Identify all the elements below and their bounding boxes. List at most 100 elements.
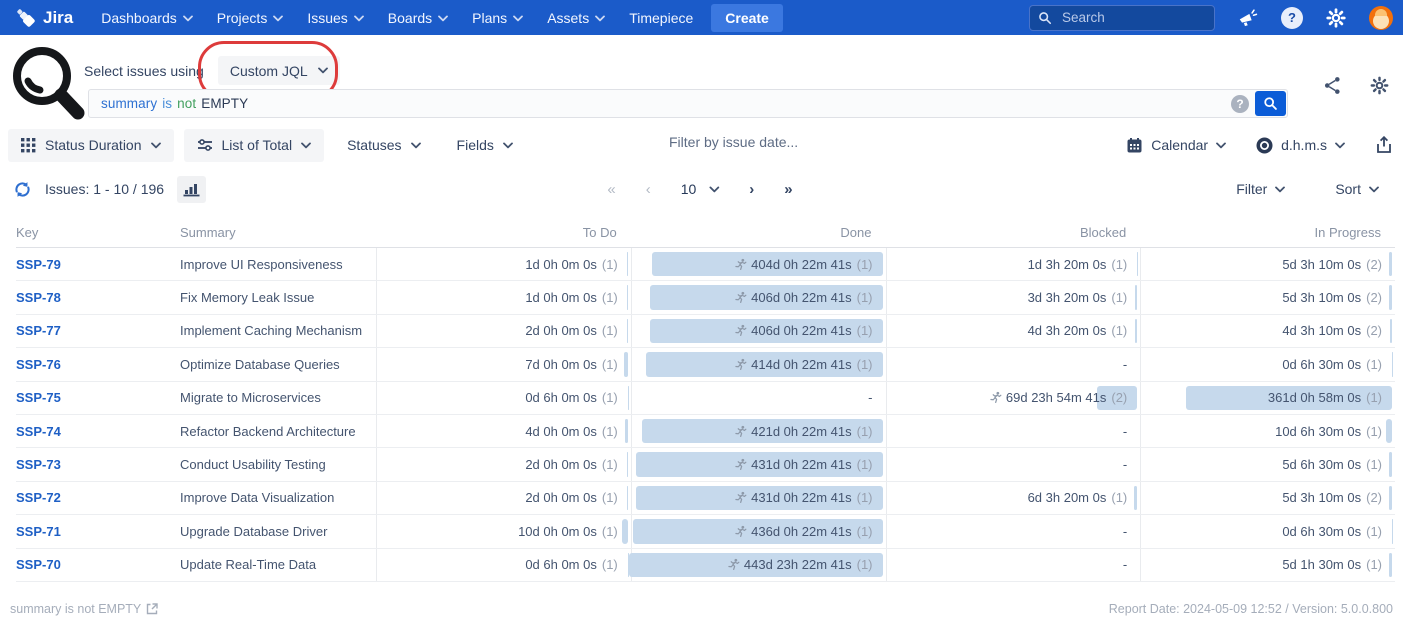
issue-source-dropdown[interactable]: Custom JQL (218, 56, 340, 85)
blocked-cell: - (886, 549, 1141, 581)
sort-label: Sort (1335, 181, 1361, 197)
sort-dropdown[interactable]: Sort (1335, 181, 1379, 197)
duration-value: 69d 23h 54m 41s (1006, 390, 1106, 405)
create-button[interactable]: Create (711, 4, 783, 32)
issue-key-link[interactable]: SSP-75 (16, 390, 61, 405)
in-progress-cell: 5d 3h 10m 0s(2) (1140, 248, 1395, 280)
report-settings-gear-icon[interactable] (1369, 75, 1390, 96)
nav-item-label: Projects (217, 10, 268, 26)
duration-value: 406d 0h 22m 41s (751, 290, 851, 305)
issue-key-link[interactable]: SSP-79 (16, 257, 61, 272)
results-bar: Issues: 1 - 10 / 196 « ‹ 10 › » Filter S… (0, 165, 1403, 213)
nav-item-boards[interactable]: Boards (378, 4, 458, 32)
issue-key-link[interactable]: SSP-73 (16, 457, 61, 472)
duration-value: 404d 0h 22m 41s (751, 257, 851, 272)
issue-key-link[interactable]: SSP-72 (16, 490, 61, 505)
runner-icon (734, 491, 747, 504)
external-link-icon (146, 603, 158, 615)
export-icon[interactable] (1375, 136, 1393, 155)
nav-item-dashboards[interactable]: Dashboards (91, 4, 203, 32)
transition-count: (1) (857, 290, 873, 305)
nav-menu: Dashboards Projects Issues Boards Plans … (91, 4, 703, 32)
calendar-icon (1126, 137, 1143, 154)
chevron-down-icon (709, 186, 719, 193)
table-row: SSP-77Implement Caching Mechanism2d 0h 0… (16, 315, 1395, 348)
todo-cell: 4d 0h 0m 0s(1) (376, 415, 631, 447)
jira-brand[interactable]: Jira (16, 8, 73, 28)
duration-value: 1d 0h 0m 0s (525, 290, 597, 305)
statuses-dropdown[interactable]: Statuses (334, 129, 433, 162)
chart-type-dropdown[interactable]: List of Total (184, 129, 325, 162)
pagination-last-button[interactable]: » (784, 181, 792, 198)
column-header-done: Done (631, 225, 886, 240)
issue-key-link[interactable]: SSP-71 (16, 524, 61, 539)
issue-key-link[interactable]: SSP-78 (16, 290, 61, 305)
issue-summary: Update Real-Time Data (180, 549, 376, 581)
top-nav: Jira Dashboards Projects Issues Boards P… (0, 0, 1403, 35)
fields-dropdown[interactable]: Fields (444, 129, 526, 162)
nav-item-timepiece[interactable]: Timepiece (619, 4, 703, 32)
jql-help-icon[interactable]: ? (1231, 95, 1249, 113)
search-input[interactable] (1060, 9, 1184, 26)
duration-value: 1d 3h 20m 0s (1028, 257, 1107, 272)
blocked-cell: 69d 23h 54m 41s(2) (886, 382, 1141, 414)
issue-key-link[interactable]: SSP-76 (16, 357, 61, 372)
pagination-next-button[interactable]: › (749, 181, 754, 198)
refresh-icon[interactable] (13, 180, 32, 199)
report-type-dropdown[interactable]: Status Duration (8, 129, 174, 162)
jql-search-button[interactable] (1255, 91, 1286, 116)
table-row: SSP-79Improve UI Responsiveness1d 0h 0m … (16, 248, 1395, 281)
table-row: SSP-78 Fix Memory Leak Issue 1d 0h 0m 0s (1… (16, 281, 1395, 314)
in-progress-cell: 4d 3h 10m 0s(2) (1140, 315, 1395, 347)
help-icon[interactable]: ? (1281, 7, 1303, 29)
nav-item-projects[interactable]: Projects (207, 4, 294, 32)
issue-summary: Conduct Usability Testing (180, 448, 376, 480)
pagination-first-button[interactable]: « (607, 181, 615, 198)
settings-gear-icon[interactable] (1325, 7, 1347, 29)
runner-icon (734, 358, 747, 371)
column-header-summary: Summary (180, 225, 376, 240)
global-search[interactable] (1029, 5, 1215, 31)
transition-count: (1) (857, 557, 873, 572)
report-info-text: Report Date: 2024-05-09 12:52 / Version:… (1109, 602, 1393, 616)
pagination-prev-button[interactable]: ‹ (646, 181, 651, 198)
done-cell: - (631, 382, 886, 414)
issue-summary: Fix Memory Leak Issue (180, 281, 376, 313)
duration-value: 4d 3h 10m 0s (1282, 323, 1361, 338)
issue-date-filter-input[interactable] (667, 133, 871, 151)
table-header: KeySummaryTo DoDoneBlockedIn Progress (16, 217, 1395, 248)
query-section: Select issues using Custom JQL summaryis… (0, 35, 1403, 125)
user-avatar[interactable] (1369, 6, 1393, 30)
chevron-down-icon (1275, 186, 1285, 193)
transition-count: (1) (602, 290, 618, 305)
jira-brand-label: Jira (43, 8, 73, 28)
table-row: SSP-76Optimize Database Queries7d 0h 0m … (16, 348, 1395, 381)
issue-key-link[interactable]: SSP-74 (16, 424, 61, 439)
page-size-dropdown[interactable]: 10 (681, 181, 720, 197)
share-icon[interactable] (1322, 75, 1343, 96)
table-body: SSP-79Improve UI Responsiveness1d 0h 0m … (16, 248, 1395, 582)
issue-key-link[interactable]: SSP-70 (16, 557, 61, 572)
calendar-dropdown[interactable]: Calendar (1126, 137, 1226, 154)
todo-cell: 2d 0h 0m 0s(1) (376, 482, 631, 514)
nav-item-label: Boards (388, 10, 432, 26)
duration-value: 421d 0h 22m 41s (751, 424, 851, 439)
filter-dropdown[interactable]: Filter (1236, 181, 1285, 197)
transition-count: (1) (1366, 457, 1382, 472)
chart-view-button[interactable] (177, 176, 206, 203)
transition-count: (1) (857, 457, 873, 472)
chevron-down-icon (595, 15, 605, 22)
transition-count: (1) (857, 257, 873, 272)
duration-value: 443d 23h 22m 41s (744, 557, 852, 572)
jql-input[interactable]: summaryisnotEMPTY (89, 96, 1231, 111)
nav-item-assets[interactable]: Assets (537, 4, 615, 32)
issue-key-link[interactable]: SSP-77 (16, 323, 61, 338)
time-format-dropdown[interactable]: d.h.m.s (1256, 137, 1345, 154)
nav-item-plans[interactable]: Plans (462, 4, 533, 32)
footer-jql-link[interactable]: summary is not EMPTY (10, 602, 158, 616)
transition-count: (1) (857, 357, 873, 372)
announcements-megaphone-icon[interactable] (1237, 7, 1259, 29)
nav-item-issues[interactable]: Issues (297, 4, 373, 32)
runner-icon (734, 291, 747, 304)
transition-count: (1) (602, 557, 618, 572)
